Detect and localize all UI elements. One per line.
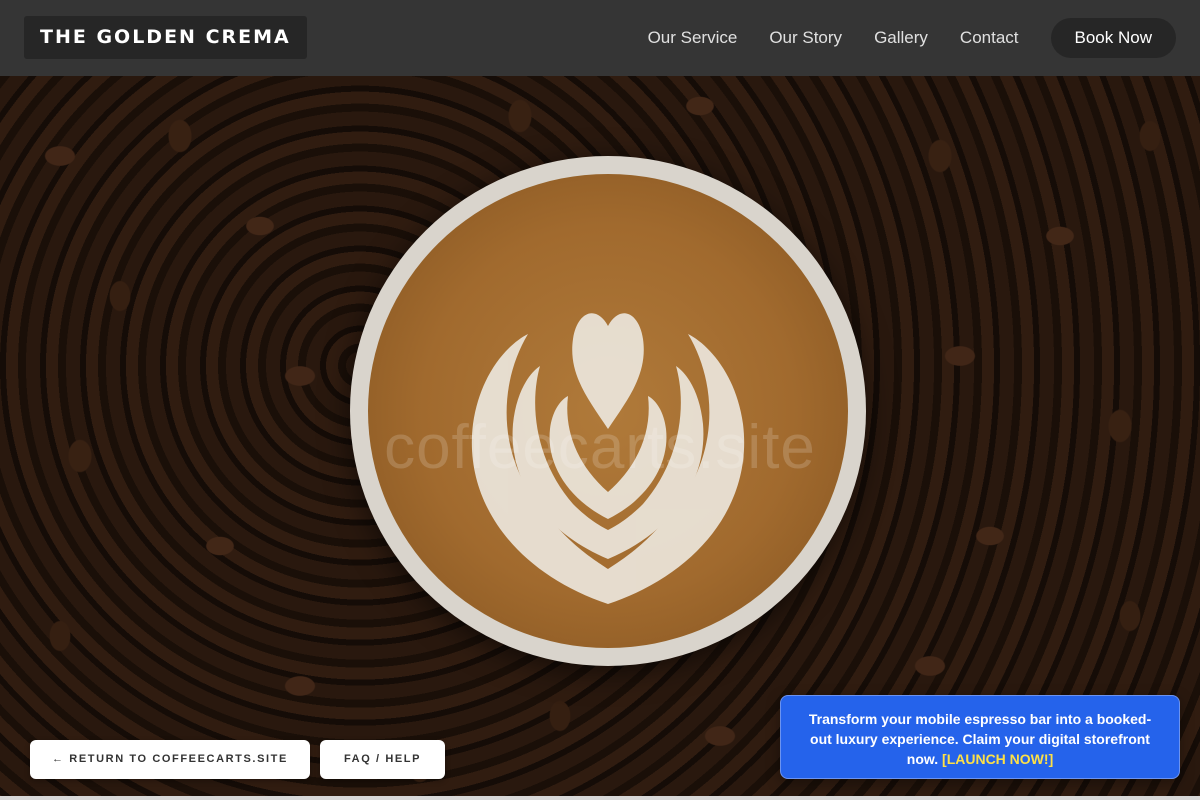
nav-link-our-story[interactable]: Our Story	[769, 28, 842, 48]
bottom-edge-bar	[0, 796, 1200, 800]
nav-link-contact[interactable]: Contact	[960, 28, 1019, 48]
site-header: THE GOLDEN CREMA Our Service Our Story G…	[0, 0, 1200, 76]
promo-banner[interactable]: Transform your mobile espresso bar into …	[780, 695, 1180, 779]
brand-logo[interactable]: THE GOLDEN CREMA	[24, 16, 307, 59]
main-nav: Our Service Our Story Gallery Contact Bo…	[648, 0, 1200, 76]
latte-art-image	[471, 313, 745, 604]
return-to-site-button[interactable]: ← RETURN TO COFFEECARTS.SITE	[30, 740, 310, 779]
hero-section: coffeecarts.site	[0, 76, 1200, 800]
latte-cup-image	[350, 156, 866, 666]
watermark-text: coffeecarts.site	[384, 413, 816, 482]
promo-launch-link[interactable]: [LAUNCH NOW!]	[942, 751, 1053, 767]
book-now-button[interactable]: Book Now	[1050, 18, 1176, 58]
latte-coffee	[368, 174, 848, 648]
nav-link-gallery[interactable]: Gallery	[874, 28, 928, 48]
faq-help-button[interactable]: FAQ / HELP	[320, 740, 445, 779]
nav-link-our-service[interactable]: Our Service	[648, 28, 738, 48]
